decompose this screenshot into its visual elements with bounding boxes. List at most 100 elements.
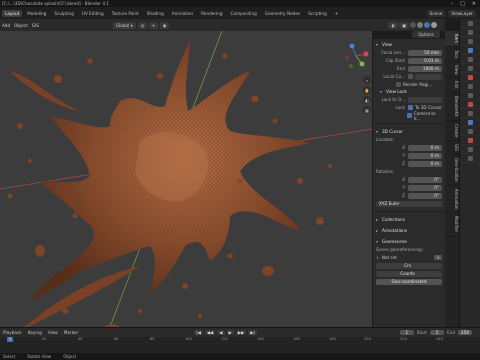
rotation-y-field[interactable]: 0° [408,184,442,191]
wireframe-shading-icon[interactable] [410,22,416,28]
rotation-z-field[interactable]: 0° [408,192,442,199]
close-button[interactable]: ✕ [472,1,476,7]
end-frame-field[interactable]: 250 [458,330,472,335]
outliner-row[interactable] [460,82,480,91]
view-lock-header[interactable]: ▾ View Lock [376,88,442,95]
sidebar-tab-modifier[interactable]: Modifier [445,213,459,237]
transform-orientation-dropdown[interactable]: Global ▾ [112,21,136,29]
outliner-row[interactable] [460,100,480,109]
focal-length-field[interactable]: 50 mm [408,49,442,56]
scene-selector[interactable]: Scene [426,9,446,17]
tab-rendering[interactable]: Rendering [198,10,225,17]
timeline-area[interactable]: 1 20 40 60 80 100 120 140 160 180 200 22… [0,337,480,353]
jump-keyframe-back-button[interactable]: ◀◀ [204,330,216,335]
cursor-x-field[interactable]: 0 m [408,144,442,151]
lock-to-object-field[interactable] [408,96,442,103]
view-section-header[interactable]: ▾ View [376,41,442,48]
sidebar-tab-create[interactable]: Create [445,121,459,142]
start-frame-field[interactable]: 1 [430,330,445,335]
outliner-row[interactable] [460,46,480,55]
local-camera-field[interactable] [415,73,442,80]
sidebar-tab-tool[interactable]: Tool [445,47,459,62]
add-menu[interactable]: Add [2,23,10,28]
camera-to-view-checkbox[interactable] [406,113,412,118]
add-workspace-button[interactable]: + [332,11,342,16]
maximize-button[interactable]: □ [460,1,465,7]
outliner-row[interactable] [460,55,480,64]
geo-coordinated-button[interactable]: Geo-coordinated [376,279,442,285]
solid-shading-icon[interactable] [417,22,423,28]
outliner-row[interactable] [460,73,480,82]
grid-view-icon[interactable]: ▦ [363,106,371,114]
options-dropdown[interactable]: Options [412,31,440,38]
coords-field[interactable]: Coords [376,270,442,277]
cursor-z-field[interactable]: 0 m [408,160,442,167]
view-menu[interactable]: View [48,330,58,335]
outliner-row[interactable] [460,64,480,73]
snap-icon[interactable]: ⌖ [149,21,158,29]
cursor-y-field[interactable]: 0 m [408,152,442,159]
jump-keyframe-forward-button[interactable]: ▶▶ [235,330,247,335]
outliner-row[interactable] [460,118,480,127]
play-reverse-button[interactable]: ◀ [217,330,225,335]
annotations-header[interactable]: ▸ Annotations [376,227,442,234]
rotation-mode-dropdown[interactable]: XYZ Euler [376,200,442,207]
outliner-row[interactable] [460,109,480,118]
outliner-row[interactable] [460,37,480,46]
sidebar-tab-view[interactable]: View [445,62,459,79]
minimize-button[interactable]: – [451,1,454,7]
sidebar-tab-geo-scatter[interactable]: Geo-Scatter [445,155,459,187]
sidebar-tab-edit[interactable]: Edit [445,78,459,94]
play-button[interactable]: ▶ [226,330,234,335]
sidebar-tab-gis[interactable]: GIS [445,141,459,156]
proportional-edit-icon[interactable]: ◉ [159,21,170,29]
outliner-row[interactable] [460,28,480,37]
collections-header[interactable]: ▸ Collections [376,216,442,223]
overlay-icon[interactable]: ◐ [388,21,399,29]
3d-cursor-header[interactable]: ▾ 3D Cursor [376,128,442,135]
sidebar-tab-blenderkit[interactable]: BlenderKit [445,93,459,121]
tab-sculpting[interactable]: Sculpting [51,10,77,17]
clip-end-field[interactable]: 1000 m [408,65,442,72]
tab-scripting[interactable]: Scripting [305,10,330,17]
pan-hand-icon[interactable]: ✋ [363,86,371,94]
rendered-shading-icon[interactable] [431,22,437,28]
rotation-x-field[interactable]: 0° [408,176,442,183]
tab-layout[interactable]: Layout [2,9,23,17]
tab-shading[interactable]: Shading [144,10,167,17]
outliner-row[interactable] [460,145,480,154]
georescene-header[interactable]: ▾ Georescene [376,238,442,245]
outliner-row[interactable] [460,136,480,145]
3d-viewport[interactable]: ⌕ ✋ ◧ ▦ [0,31,372,327]
jump-start-button[interactable]: |◀ [194,330,203,335]
clip-start-field[interactable]: 0.01 m [408,57,442,64]
gis-menu[interactable]: GIS [32,23,39,28]
jump-end-button[interactable]: ▶| [248,330,257,335]
navigation-gizmo[interactable] [342,42,370,70]
sidebar-tab-item[interactable]: Item [445,31,459,48]
playhead[interactable]: 1 [7,337,13,342]
outliner-row[interactable] [460,19,480,28]
material-shading-icon[interactable] [424,22,430,28]
outliner-row[interactable] [460,91,480,100]
camera-view-icon[interactable]: ◧ [363,96,371,104]
tab-uv-editing[interactable]: UV Editing [79,10,107,17]
tab-animation[interactable]: Animation [169,10,196,17]
object-menu[interactable]: Object [14,23,28,28]
outliner-row[interactable] [460,127,480,136]
sidebar-tab-animation[interactable]: Animation [445,186,459,214]
current-frame-field[interactable]: 1 [399,330,414,335]
crs-field[interactable]: Crs [376,262,442,269]
georef-add-button[interactable]: + [434,255,442,260]
zoom-icon[interactable]: ⌕ [363,76,371,84]
tab-geometry-nodes[interactable]: Geometry Nodes [262,10,303,17]
keying-menu[interactable]: Keying [28,330,42,335]
lock-3d-cursor-checkbox[interactable] [408,105,413,110]
outliner-row[interactable] [460,154,480,163]
tab-modeling[interactable]: Modeling [24,10,49,17]
view-layer-selector[interactable]: ViewLayer [448,9,476,17]
playback-menu[interactable]: Playback [3,330,22,335]
tab-texture-paint[interactable]: Texture Paint [109,10,142,17]
chocolate-splash-mesh[interactable] [10,41,310,327]
render-region-checkbox[interactable] [396,82,401,87]
